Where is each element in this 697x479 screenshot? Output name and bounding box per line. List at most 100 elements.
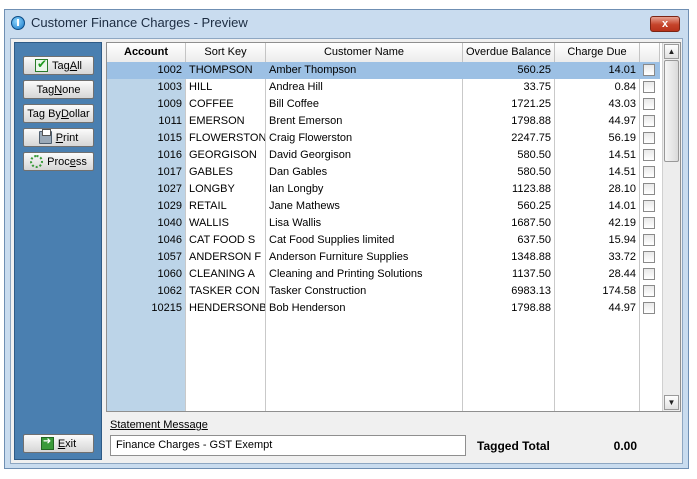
tag-checkbox[interactable] bbox=[643, 234, 655, 246]
window-title: Customer Finance Charges - Preview bbox=[31, 15, 248, 30]
table-row[interactable]: 1027 LONGBY Ian Longby 1123.88 28.10 bbox=[107, 181, 660, 198]
scroll-thumb[interactable] bbox=[664, 60, 679, 162]
tag-cell bbox=[640, 232, 660, 249]
tag-by-dollar-button[interactable]: Tag By Dollar bbox=[23, 104, 94, 123]
account-cell: 1017 bbox=[157, 166, 182, 178]
tag-cell bbox=[640, 181, 660, 198]
customer-name-cell: Cleaning and Printing Solutions bbox=[269, 268, 423, 280]
sort-key-cell: HILL bbox=[189, 81, 213, 93]
tag-all-button[interactable]: Tag All bbox=[23, 56, 94, 75]
tag-checkbox[interactable] bbox=[643, 217, 655, 229]
tag-cell bbox=[640, 249, 660, 266]
account-cell: 1015 bbox=[157, 132, 182, 144]
tag-cell bbox=[640, 198, 660, 215]
sort-key-cell: CAT FOOD S bbox=[189, 234, 256, 246]
header-customer-name[interactable]: Customer Name bbox=[266, 43, 463, 62]
account-cell: 1016 bbox=[157, 149, 182, 161]
tag-checkbox[interactable] bbox=[643, 285, 655, 297]
account-cell: 1060 bbox=[157, 268, 182, 280]
tag-checkbox[interactable] bbox=[643, 268, 655, 280]
charge-due-cell: 28.44 bbox=[608, 268, 636, 280]
account-cell: 1009 bbox=[157, 98, 182, 110]
account-cell: 1003 bbox=[157, 81, 182, 93]
process-button[interactable]: Proc e ss bbox=[23, 152, 94, 171]
account-cell: 1027 bbox=[157, 183, 182, 195]
tag-checkbox[interactable] bbox=[643, 149, 655, 161]
tag-cell bbox=[640, 62, 660, 79]
table-row[interactable]: 1016 GEORGISON David Georgison 580.50 14.51 bbox=[107, 147, 660, 164]
header-overdue-balance[interactable]: Overdue Balance bbox=[463, 43, 555, 62]
tag-none-button[interactable]: Tag None bbox=[23, 80, 94, 99]
table-row[interactable]: 1015 FLOWERSTON Craig Flowerston 2247.75 56.… bbox=[107, 130, 660, 147]
overdue-balance-cell: 1798.88 bbox=[511, 302, 551, 314]
table-row[interactable]: 1062 TASKER CON Tasker Construction 6983.13… bbox=[107, 283, 660, 300]
table-row[interactable]: 1040 WALLIS Lisa Wallis 1687.50 42.19 bbox=[107, 215, 660, 232]
tag-cell bbox=[640, 300, 660, 317]
statement-message-field[interactable]: Finance Charges - GST Exempt bbox=[110, 435, 466, 456]
tag-none-label: Tag bbox=[36, 83, 55, 96]
client-area: Tag All Tag None Tag By Dollar Print Pro… bbox=[10, 38, 683, 464]
customer-name-cell: Bill Coffee bbox=[269, 98, 319, 110]
tag-checkbox[interactable] bbox=[643, 81, 655, 93]
vertical-scrollbar[interactable]: ▲ ▼ bbox=[662, 43, 680, 411]
tag-by-dollar-hotkey: D bbox=[60, 107, 69, 120]
customer-name-cell: David Georgison bbox=[269, 149, 351, 161]
account-cell: 1040 bbox=[157, 217, 182, 229]
tag-cell bbox=[640, 147, 660, 164]
tag-cell bbox=[640, 215, 660, 232]
tag-cell bbox=[640, 96, 660, 113]
tag-checkbox[interactable] bbox=[643, 115, 655, 127]
table-row[interactable]: 1003 HILL Andrea Hill 33.75 0.84 bbox=[107, 79, 660, 96]
header-sort-key[interactable]: Sort Key bbox=[186, 43, 266, 62]
tag-cell bbox=[640, 130, 660, 147]
table-row[interactable]: 1011 EMERSON Brent Emerson 1798.88 44.97 bbox=[107, 113, 660, 130]
tag-all-label-rest: ll bbox=[77, 59, 82, 72]
tag-checkbox[interactable] bbox=[643, 166, 655, 178]
checkmark-icon bbox=[35, 57, 48, 72]
tag-checkbox[interactable] bbox=[643, 200, 655, 212]
table-row[interactable]: 1002 THOMPSON Amber Thompson 560.25 14.01 bbox=[107, 62, 660, 79]
table-row[interactable]: 1057 ANDERSON F Anderson Furniture Supplie… bbox=[107, 249, 660, 266]
tag-checkbox[interactable] bbox=[643, 98, 655, 110]
exit-label: xit bbox=[65, 437, 77, 450]
tag-none-hotkey: N bbox=[54, 83, 63, 96]
tag-checkbox[interactable] bbox=[643, 302, 655, 314]
customer-name-cell: Andrea Hill bbox=[269, 81, 323, 93]
overdue-balance-cell: 580.50 bbox=[517, 149, 551, 161]
finance-charges-grid: Account Sort Key Customer Name Overdue B… bbox=[106, 42, 681, 412]
tag-none-label-rest: one bbox=[62, 83, 81, 96]
close-button[interactable]: x bbox=[650, 16, 680, 32]
table-row[interactable]: 1029 RETAIL Jane Mathews 560.25 14.01 bbox=[107, 198, 660, 215]
charge-due-cell: 28.10 bbox=[608, 183, 636, 195]
process-gear-icon bbox=[30, 155, 44, 168]
statement-message-label: Statement Message bbox=[110, 419, 208, 431]
exit-button[interactable]: Exit bbox=[23, 434, 94, 453]
charge-due-cell: 14.51 bbox=[608, 149, 636, 161]
table-row[interactable]: 1017 GABLES Dan Gables 580.50 14.51 bbox=[107, 164, 660, 181]
table-row[interactable]: 1009 COFFEE Bill Coffee 1721.25 43.03 bbox=[107, 96, 660, 113]
scroll-down-icon[interactable]: ▼ bbox=[664, 395, 679, 410]
scroll-up-icon[interactable]: ▲ bbox=[664, 44, 679, 59]
table-row[interactable]: 10215 HENDERSONB Bob Henderson 1798.88 44.97 bbox=[107, 300, 660, 317]
print-hotkey: P bbox=[55, 131, 64, 144]
overdue-balance-cell: 560.25 bbox=[517, 64, 551, 76]
sort-key-cell: GABLES bbox=[189, 166, 234, 178]
tag-checkbox[interactable] bbox=[643, 132, 655, 144]
sort-key-cell: ANDERSON F bbox=[189, 251, 262, 263]
tag-checkbox[interactable] bbox=[643, 251, 655, 263]
table-row[interactable]: 1046 CAT FOOD S Cat Food Supplies limited 6… bbox=[107, 232, 660, 249]
sort-key-cell: THOMPSON bbox=[189, 64, 253, 76]
sort-key-cell: CLEANING A bbox=[189, 268, 256, 280]
sort-key-cell: GEORGISON bbox=[189, 149, 257, 161]
tag-checkbox[interactable] bbox=[643, 183, 655, 195]
charge-due-cell: 14.01 bbox=[608, 64, 636, 76]
charge-due-cell: 14.51 bbox=[608, 166, 636, 178]
tag-checkbox[interactable] bbox=[643, 64, 655, 76]
customer-name-cell: Bob Henderson bbox=[269, 302, 346, 314]
print-button[interactable]: Print bbox=[23, 128, 94, 147]
header-charge-due[interactable]: Charge Due bbox=[555, 43, 640, 62]
table-row[interactable]: 1060 CLEANING A Cleaning and Printing Solu… bbox=[107, 266, 660, 283]
action-sidebar: Tag All Tag None Tag By Dollar Print Pro… bbox=[14, 42, 102, 460]
account-cell: 1029 bbox=[157, 200, 182, 212]
header-account[interactable]: Account bbox=[107, 43, 186, 62]
